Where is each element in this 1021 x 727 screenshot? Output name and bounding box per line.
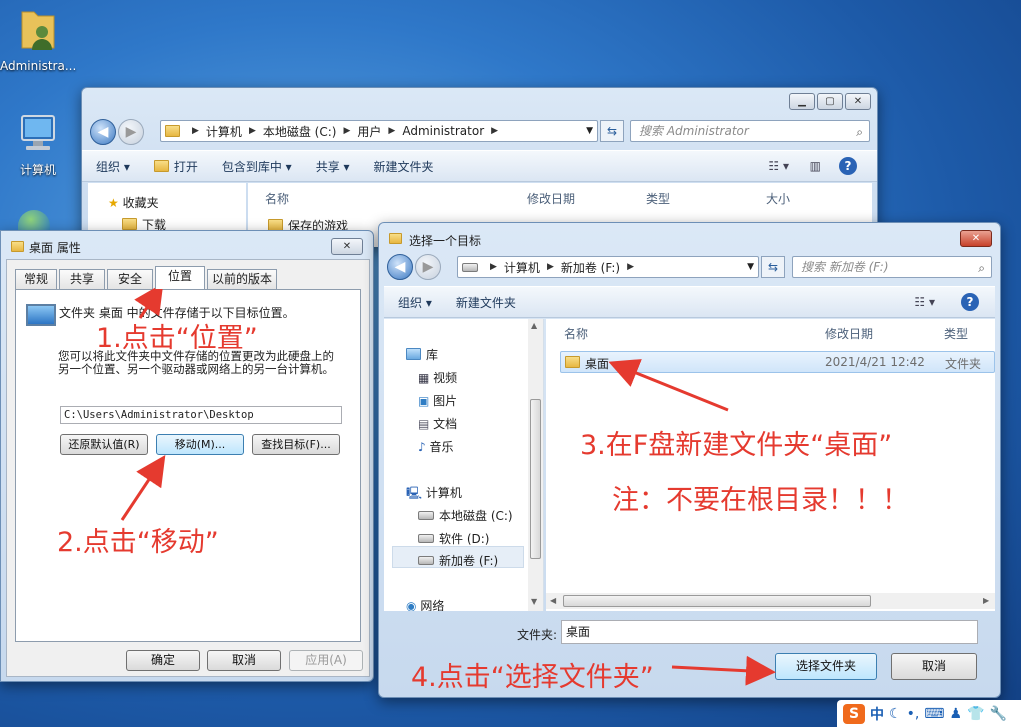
system-tray: S 中 ☾ •, ⌨ ♟ 👕 🔧 [837, 700, 1021, 727]
arrow-to-desktop-folder [608, 359, 729, 412]
ime-language-indicator[interactable]: 中 [870, 704, 884, 724]
arrow-to-move-button [120, 455, 166, 521]
tab-location[interactable]: 位置 [155, 266, 205, 289]
sogou-ime-icon[interactable]: S [843, 703, 865, 724]
wrench-icon[interactable]: 🔧 [990, 706, 1007, 722]
arrow-to-select-folder [671, 655, 776, 686]
punctuation-icon[interactable]: •, [907, 706, 920, 722]
keyboard-icon[interactable]: ⌨ [924, 706, 944, 722]
shirt-icon[interactable]: 👕 [967, 706, 984, 722]
annotation-arrows [120, 283, 776, 686]
user-icon[interactable]: ♟ [950, 706, 963, 722]
arrow-to-location-tab [134, 283, 164, 319]
moon-icon[interactable]: ☾ [889, 706, 902, 722]
